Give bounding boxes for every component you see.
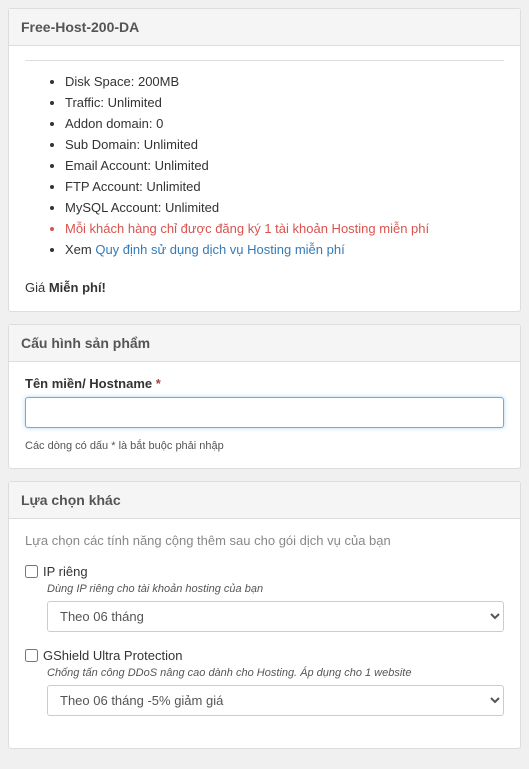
required-note: Các dòng có dấu * là bắt buộc phải nhập xyxy=(25,440,504,452)
product-panel: Free-Host-200-DA Disk Space: 200MB Traff… xyxy=(8,8,521,312)
list-item: Email Account: Unlimited xyxy=(65,155,504,176)
list-item: Addon domain: 0 xyxy=(65,113,504,134)
notice-item: Mỗi khách hàng chỉ được đăng ký 1 tài kh… xyxy=(65,218,504,239)
price-row: Giá Miễn phí! xyxy=(25,280,504,295)
product-title: Free-Host-200-DA xyxy=(9,9,520,46)
options-panel: Lựa chọn khác Lựa chọn các tính năng cộn… xyxy=(8,481,521,749)
product-body: Disk Space: 200MB Traffic: Unlimited Add… xyxy=(9,46,520,311)
config-header: Cấu hình sản phẩm xyxy=(9,325,520,362)
list-item: Traffic: Unlimited xyxy=(65,92,504,113)
see-rules-item: Xem Quy định sử dụng dịch vụ Hosting miễ… xyxy=(65,239,504,260)
hostname-label: Tên miền/ Hostname * xyxy=(25,376,504,391)
hostname-label-text: Tên miền/ Hostname xyxy=(25,376,152,391)
option-ip: IP riêng Dùng IP riêng cho tài khoản hos… xyxy=(25,564,504,632)
list-item: Sub Domain: Unlimited xyxy=(65,134,504,155)
rules-link[interactable]: Quy định sử dụng dịch vụ Hosting miễn ph… xyxy=(95,242,344,257)
gshield-select[interactable]: Theo 06 tháng -5% giảm giá xyxy=(47,685,504,716)
see-prefix: Xem xyxy=(65,242,95,257)
required-asterisk: * xyxy=(156,376,161,391)
gshield-label: GShield Ultra Protection xyxy=(43,648,182,663)
option-gshield: GShield Ultra Protection Chống tấn công … xyxy=(25,648,504,716)
ip-checkbox[interactable] xyxy=(25,565,38,578)
list-item: FTP Account: Unlimited xyxy=(65,176,504,197)
ip-select[interactable]: Theo 06 tháng xyxy=(47,601,504,632)
options-subhead: Lựa chọn các tính năng cộng thêm sau cho… xyxy=(25,533,504,548)
config-panel: Cấu hình sản phẩm Tên miền/ Hostname * C… xyxy=(8,324,521,469)
config-body: Tên miền/ Hostname * Các dòng có dấu * l… xyxy=(9,362,520,468)
price-value: Miễn phí! xyxy=(49,280,106,295)
list-item: Disk Space: 200MB xyxy=(65,71,504,92)
hostname-input[interactable] xyxy=(25,397,504,428)
list-item: MySQL Account: Unlimited xyxy=(65,197,504,218)
options-body: Lựa chọn các tính năng cộng thêm sau cho… xyxy=(9,519,520,748)
ip-desc: Dùng IP riêng cho tài khoản hosting của … xyxy=(47,583,504,595)
ip-label: IP riêng xyxy=(43,564,88,579)
divider xyxy=(25,60,504,61)
feature-list: Disk Space: 200MB Traffic: Unlimited Add… xyxy=(25,71,504,260)
gshield-desc: Chống tấn công DDoS nâng cao dành cho Ho… xyxy=(47,667,504,679)
options-header: Lựa chọn khác xyxy=(9,482,520,519)
price-label: Giá xyxy=(25,280,49,295)
gshield-checkbox[interactable] xyxy=(25,649,38,662)
